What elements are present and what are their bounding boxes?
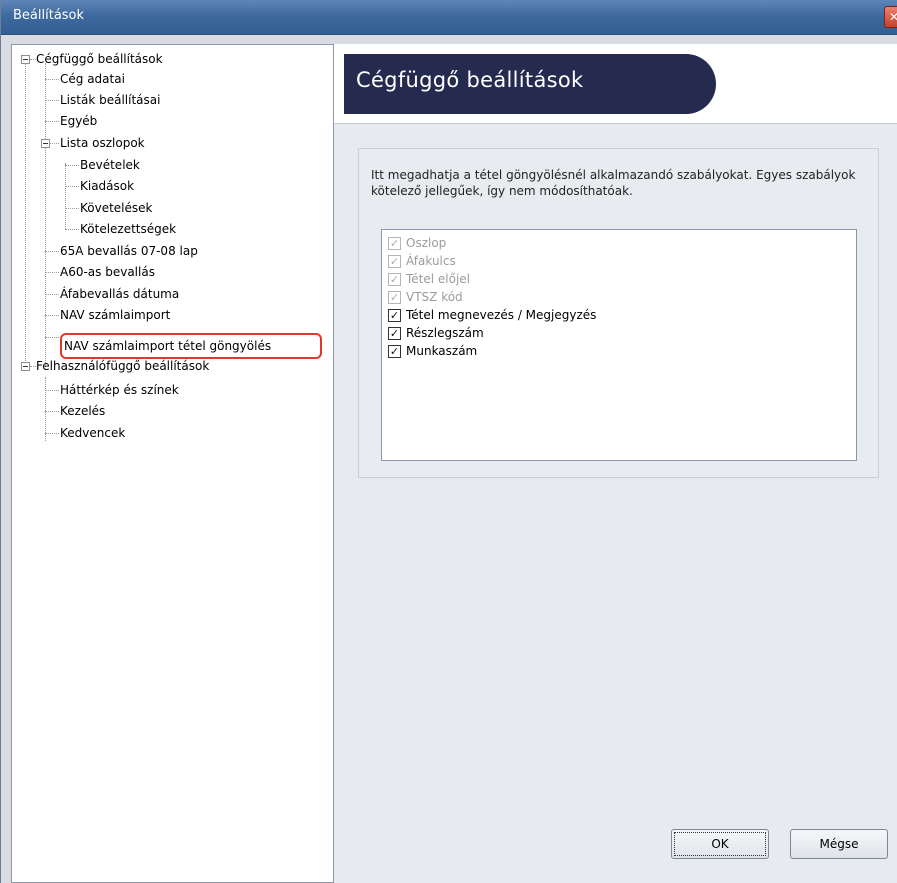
settings-dialog: Beállítások ✕ Cégfüggő beállítások Cég a… — [0, 0, 897, 883]
cancel-button[interactable]: Mégse — [790, 829, 888, 859]
checkbox-tetel-megnevezes[interactable]: ✓ — [388, 309, 401, 322]
rules-description: Itt megadhatja a tétel göngyölésnél alka… — [371, 168, 856, 198]
tree-connector — [45, 251, 59, 252]
checkbox-vtsz-kod: ✓ — [388, 291, 401, 304]
tree-item-lista-oszlopok[interactable]: Lista oszlopok — [60, 133, 145, 153]
option-label: VTSZ kód — [406, 290, 463, 304]
tree-connector — [45, 390, 59, 391]
option-label: Tétel előjel — [406, 272, 471, 286]
page-title: Cégfüggő beállítások — [356, 68, 584, 92]
settings-content: Cégfüggő beállítások Itt megadhatja a té… — [334, 44, 897, 883]
tree-connector — [65, 186, 79, 187]
ok-button[interactable]: OK — [671, 829, 769, 859]
tree-item-kiadasok[interactable]: Kiadások — [80, 176, 134, 196]
checkbox-reszlegszam[interactable]: ✓ — [388, 327, 401, 340]
checkbox-oszlop: ✓ — [388, 237, 401, 250]
tree-connector — [50, 143, 59, 144]
close-button[interactable]: ✕ — [884, 6, 897, 28]
rules-group: Itt megadhatja a tétel göngyölésnél alka… — [358, 148, 879, 478]
tree-item-nav-szamlaimport[interactable]: NAV számlaimport — [60, 305, 170, 325]
tree-connector — [45, 337, 59, 338]
tree-item-afabevallas-datuma[interactable]: Áfabevallás dátuma — [60, 284, 179, 304]
tree-item-listak-beallitasai[interactable]: Listák beállításai — [60, 90, 160, 110]
tree-connector — [45, 272, 59, 273]
tree-item-felhasznalofuggo-beallitasok[interactable]: Felhasználófüggő beállítások — [36, 356, 209, 376]
tree-connector — [45, 315, 59, 316]
option-label: Oszlop — [406, 236, 447, 250]
collapse-toggle-icon[interactable] — [41, 139, 50, 148]
tree-connector — [45, 294, 59, 295]
rules-checklist[interactable]: ✓ Oszlop ✓ Áfakulcs ✓ Tétel előjel ✓ VTS… — [381, 229, 857, 461]
tree-connector — [45, 433, 59, 434]
tree-item-egyeb[interactable]: Egyéb — [60, 111, 97, 131]
tree-connector — [65, 229, 79, 230]
tree-item-hatterkep-es-szinek[interactable]: Háttérkép és színek — [60, 380, 179, 400]
checkbox-afakulcs: ✓ — [388, 255, 401, 268]
settings-tree[interactable]: Cégfüggő beállítások Cég adatai Listák b… — [11, 44, 334, 883]
tree-connector — [45, 411, 59, 412]
tree-connector — [65, 163, 66, 229]
tree-item-cegfuggo-beallitasok[interactable]: Cégfüggő beállítások — [36, 49, 163, 69]
header-tab: Cégfüggő beállítások — [344, 54, 716, 114]
checkbox-munkaszam[interactable]: ✓ — [388, 345, 401, 358]
collapse-toggle-icon[interactable] — [21, 55, 30, 64]
tree-connector — [45, 377, 46, 441]
tree-item-65a-bevallas[interactable]: 65A bevallás 07-08 lap — [60, 241, 198, 261]
tree-connector — [45, 100, 59, 101]
tree-connector — [45, 63, 46, 367]
tree-item-ceg-adatai[interactable]: Cég adatai — [60, 69, 125, 89]
checkbox-tetel-elojel: ✓ — [388, 273, 401, 286]
tree-item-bevetelek[interactable]: Bevételek — [80, 155, 140, 175]
collapse-toggle-icon[interactable] — [21, 362, 30, 371]
tree-connector — [65, 208, 79, 209]
title-bar[interactable]: Beállítások ✕ — [1, 0, 897, 35]
option-label[interactable]: Munkaszám — [406, 342, 477, 360]
tree-item-kovetelesek[interactable]: Követelések — [80, 198, 153, 218]
option-label: Áfakulcs — [406, 254, 456, 268]
tree-connector — [45, 121, 59, 122]
tree-item-kezeles[interactable]: Kezelés — [60, 401, 105, 421]
tree-connector — [45, 79, 59, 80]
tree-item-nav-szamlaimport-tetel-gongyoles[interactable]: NAV számlaimport tétel göngyölés — [64, 336, 271, 356]
window-title: Beállítások — [13, 8, 85, 23]
option-label[interactable]: Tétel megnevezés / Megjegyzés — [406, 306, 596, 324]
tree-connector — [25, 63, 26, 369]
option-label[interactable]: Részlegszám — [406, 324, 484, 342]
tree-item-kotelezettsegek[interactable]: Kötelezettségek — [80, 219, 176, 239]
tree-item-a60-bevallas[interactable]: A60-as bevallás — [60, 262, 155, 282]
tree-connector — [65, 165, 79, 166]
tree-item-kedvencek[interactable]: Kedvencek — [60, 423, 125, 443]
header-band: Cégfüggő beállítások — [334, 44, 897, 124]
